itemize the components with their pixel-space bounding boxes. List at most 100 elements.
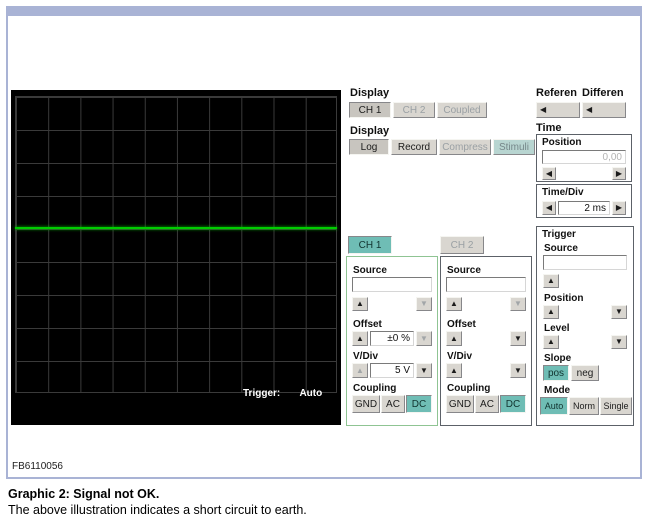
up-arrow-icon: ▲ <box>356 367 364 375</box>
slope-neg-button[interactable]: neg <box>571 365 599 381</box>
trigger-group: Trigger Source ▲ Position ▲ ▼ Level ▲ ▼ … <box>536 226 634 426</box>
trigger-level-label: Level <box>544 323 570 334</box>
ch2-gnd-button[interactable]: GND <box>446 395 474 413</box>
ch2-offset-up-button[interactable]: ▲ <box>446 331 462 346</box>
trigger-source-up-button[interactable]: ▲ <box>543 274 559 288</box>
stimuli-button[interactable]: Stimuli <box>493 139 535 155</box>
display-ch2-button[interactable]: CH 2 <box>393 102 435 118</box>
caption-title: Graphic 2: Signal not OK. <box>8 487 159 501</box>
trigger-mode-label: Mode <box>544 385 570 396</box>
display-modes-label: Display <box>350 125 389 137</box>
reference-selector[interactable]: ◀ <box>536 102 580 118</box>
time-position-group: Position 0,00 ◀ ▶ <box>536 134 632 182</box>
signal-trace <box>15 227 337 229</box>
down-arrow-icon: ▼ <box>420 335 428 343</box>
trigger-source-field[interactable] <box>543 255 627 270</box>
up-arrow-icon: ▲ <box>450 367 458 375</box>
down-arrow-icon: ▼ <box>514 367 522 375</box>
ch2-coupling-label: Coupling <box>447 383 490 394</box>
up-arrow-icon: ▲ <box>547 277 555 285</box>
trigger-position-down-button[interactable]: ▼ <box>611 305 627 319</box>
mode-single-button[interactable]: Single <box>600 397 632 415</box>
display-channels-label: Display <box>350 87 389 99</box>
tab-ch1[interactable]: CH 1 <box>348 236 392 254</box>
ch1-vdiv-up-button[interactable]: ▲ <box>352 363 368 378</box>
ch2-offset-down-button[interactable]: ▼ <box>510 331 526 346</box>
ch1-dc-button[interactable]: DC <box>406 395 432 413</box>
ch1-offset-field[interactable]: ±0 % <box>370 331 414 346</box>
ch1-panel: Source ▲ ▼ Offset ▲ ±0 % ▼ V/Div ▲ 5 V ▼… <box>346 256 438 426</box>
compress-button[interactable]: Compress <box>439 139 491 155</box>
trigger-level-up-button[interactable]: ▲ <box>543 335 559 349</box>
left-arrow-icon: ◀ <box>546 204 552 212</box>
down-arrow-icon: ▼ <box>420 367 428 375</box>
ch2-source-field[interactable] <box>446 277 526 292</box>
title-bar <box>8 8 640 16</box>
timediv-group: Time/Div ◀ 2 ms ▶ <box>536 184 632 218</box>
ch2-source-up-button[interactable]: ▲ <box>446 297 462 311</box>
ch1-ac-button[interactable]: AC <box>381 395 405 413</box>
right-arrow-icon: ▶ <box>616 170 622 178</box>
ch1-vdiv-down-button[interactable]: ▼ <box>416 363 432 378</box>
down-arrow-icon: ▼ <box>615 338 623 346</box>
mode-auto-button[interactable]: Auto <box>540 397 568 415</box>
slope-pos-button[interactable]: pos <box>543 365 569 381</box>
time-position-left-button[interactable]: ◀ <box>542 167 556 180</box>
trigger-position-label: Position <box>544 293 583 304</box>
ch2-source-down-button[interactable]: ▼ <box>510 297 526 311</box>
ch2-vdiv-down-button[interactable]: ▼ <box>510 363 526 378</box>
ch1-source-field[interactable] <box>352 277 432 292</box>
ch1-offset-label: Offset <box>353 319 382 330</box>
ch2-source-label: Source <box>447 265 481 276</box>
right-arrow-icon: ▶ <box>616 204 622 212</box>
down-arrow-icon: ▼ <box>615 308 623 316</box>
reference-label: Referen <box>536 87 577 99</box>
ch2-vdiv-up-button[interactable]: ▲ <box>446 363 462 378</box>
time-label: Time <box>536 122 561 134</box>
timediv-left-button[interactable]: ◀ <box>542 201 556 215</box>
caption-subtitle: The above illustration indicates a short… <box>8 503 307 517</box>
oscilloscope-screen: Trigger: Auto <box>11 90 341 425</box>
trigger-source-label: Source <box>544 243 578 254</box>
ch1-source-label: Source <box>353 265 387 276</box>
trigger-slope-label: Slope <box>544 353 571 364</box>
display-coupled-button[interactable]: Coupled <box>437 102 487 118</box>
timediv-label: Time/Div <box>542 187 584 198</box>
ch2-offset-label: Offset <box>447 319 476 330</box>
ch2-panel: Source ▲ ▼ Offset ▲ ▼ V/Div ▲ ▼ Coupling… <box>440 256 532 426</box>
ch1-gnd-button[interactable]: GND <box>352 395 380 413</box>
time-position-field[interactable]: 0,00 <box>542 150 626 164</box>
timediv-field[interactable]: 2 ms <box>558 201 610 215</box>
left-arrow-icon: ◀ <box>586 106 592 114</box>
ch1-vdiv-label: V/Div <box>353 351 378 362</box>
tab-ch2[interactable]: CH 2 <box>440 236 484 254</box>
record-button[interactable]: Record <box>391 139 437 155</box>
trigger-level-down-button[interactable]: ▼ <box>611 335 627 349</box>
up-arrow-icon: ▲ <box>547 308 555 316</box>
ch1-coupling-label: Coupling <box>353 383 396 394</box>
ch1-offset-up-button[interactable]: ▲ <box>352 331 368 346</box>
trigger-readout-label: Trigger: <box>243 388 280 399</box>
timediv-right-button[interactable]: ▶ <box>612 201 626 215</box>
page: Trigger: Auto Display CH 1 CH 2 Coupled … <box>0 0 650 531</box>
up-arrow-icon: ▲ <box>356 335 364 343</box>
display-ch1-button[interactable]: CH 1 <box>349 102 391 118</box>
trigger-readout-value: Auto <box>299 388 322 399</box>
time-position-label: Position <box>542 137 581 148</box>
differential-selector[interactable]: ◀ <box>582 102 626 118</box>
down-arrow-icon: ▼ <box>514 335 522 343</box>
scope-grid <box>15 96 337 393</box>
ch1-vdiv-field[interactable]: 5 V <box>370 363 414 378</box>
ch1-source-up-button[interactable]: ▲ <box>352 297 368 311</box>
ch1-source-down-button[interactable]: ▼ <box>416 297 432 311</box>
ch2-dc-button[interactable]: DC <box>500 395 526 413</box>
trigger-position-up-button[interactable]: ▲ <box>543 305 559 319</box>
log-button[interactable]: Log <box>349 139 389 155</box>
figure-id: FB6110056 <box>12 461 63 472</box>
time-position-right-button[interactable]: ▶ <box>612 167 626 180</box>
ch2-ac-button[interactable]: AC <box>475 395 499 413</box>
mode-norm-button[interactable]: Norm <box>569 397 599 415</box>
ch1-offset-down-button[interactable]: ▼ <box>416 331 432 346</box>
up-arrow-icon: ▲ <box>356 300 364 308</box>
up-arrow-icon: ▲ <box>450 335 458 343</box>
